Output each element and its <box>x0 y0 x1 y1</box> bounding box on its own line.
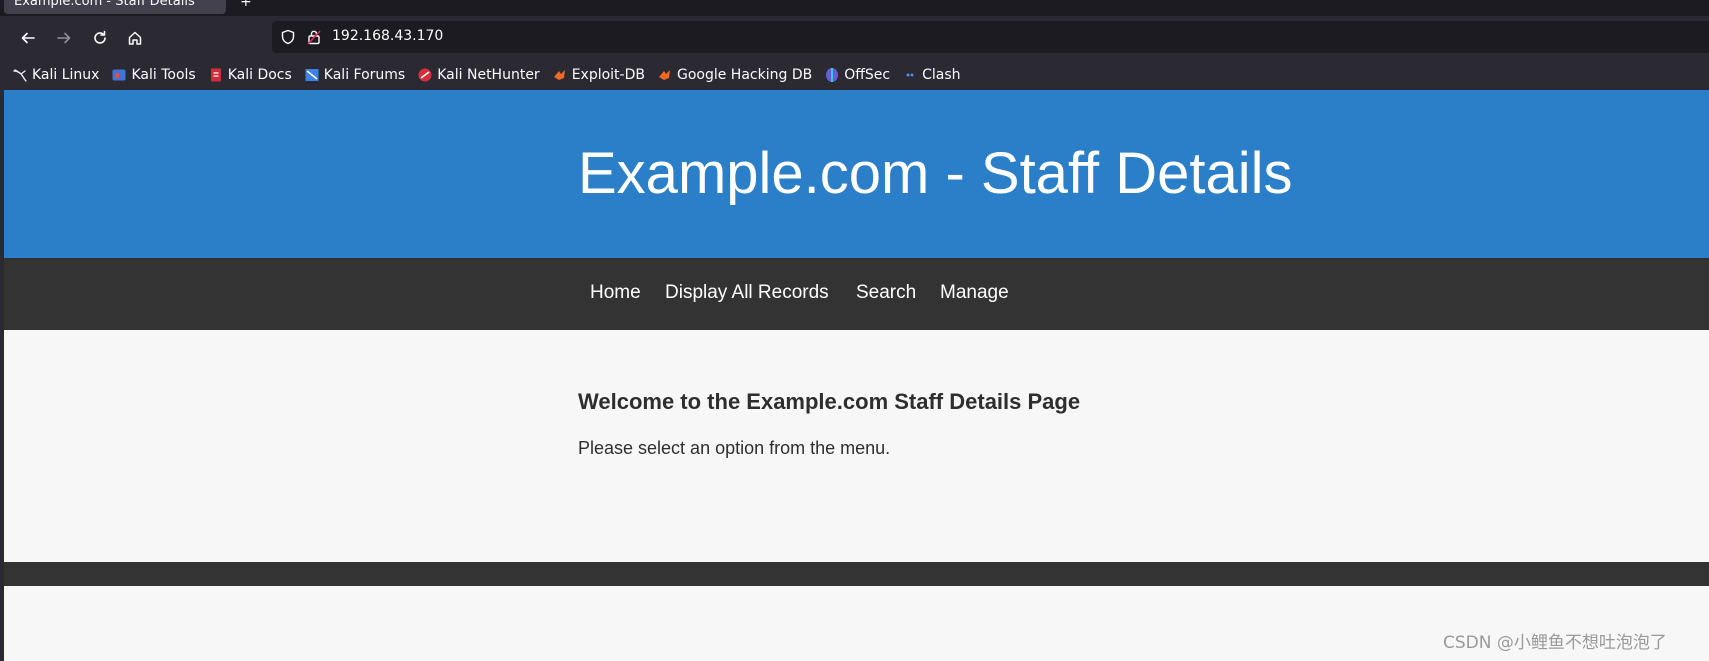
nav-link-search[interactable]: Search <box>856 282 916 304</box>
kali-nethunter-icon <box>417 67 433 83</box>
shield-icon[interactable] <box>280 29 296 45</box>
bookmark-label: Google Hacking DB <box>676 67 813 83</box>
bookmark-label: Kali Docs <box>227 67 292 83</box>
bookmark-label: Kali Tools <box>131 67 196 83</box>
new-tab-button[interactable]: + <box>240 0 252 10</box>
site-footer <box>4 562 1709 586</box>
site-header: Example.com - Staff Details <box>4 90 1709 258</box>
welcome-text: Please select an option from the menu. <box>578 438 891 458</box>
kali-dragon-icon <box>12 67 28 83</box>
bookmark-kali-nethunter[interactable]: Kali NetHunter <box>417 63 540 87</box>
nav-link-home[interactable]: Home <box>590 282 641 304</box>
insecure-lock-icon[interactable] <box>306 29 322 45</box>
offsec-icon <box>824 67 840 83</box>
reload-button[interactable] <box>86 24 114 52</box>
exploit-db-icon <box>552 67 568 83</box>
tab-title: Example.com - Staff Details <box>14 0 195 9</box>
kali-forums-icon <box>304 67 320 83</box>
bookmark-kali-tools[interactable]: Kali Tools <box>111 63 196 87</box>
bookmark-clash[interactable]: Clash <box>902 63 961 87</box>
arrow-right-icon <box>57 32 71 44</box>
back-button[interactable] <box>14 24 42 52</box>
tab-active[interactable]: Example.com - Staff Details <box>4 0 226 14</box>
navigation-toolbar: 192.168.43.170 <box>0 16 1709 60</box>
reload-icon <box>94 30 106 44</box>
bookmark-label: Clash <box>922 67 961 83</box>
welcome-heading: Welcome to the Example.com Staff Details… <box>578 389 1081 414</box>
bookmark-label: Exploit-DB <box>571 67 645 83</box>
google-hacking-db-icon <box>657 67 673 83</box>
url-text[interactable]: 192.168.43.170 <box>332 28 443 44</box>
site-nav: Home Display All Records Search Manage <box>4 258 1709 330</box>
forward-button[interactable] <box>50 24 78 52</box>
bookmark-label: Kali NetHunter <box>437 67 540 83</box>
bookmark-kali-linux[interactable]: Kali Linux <box>12 63 99 87</box>
clash-icon <box>902 67 918 83</box>
kali-tools-icon <box>111 67 127 83</box>
home-icon <box>128 31 142 45</box>
bookmark-label: OffSec <box>844 67 891 83</box>
url-bar[interactable]: 192.168.43.170 <box>272 21 1709 53</box>
nav-link-manage[interactable]: Manage <box>940 282 1009 304</box>
arrow-left-icon <box>21 32 35 44</box>
bookmarks-toolbar: Kali Linux Kali Tools Kali Docs Kali For… <box>0 60 1709 90</box>
tab-strip: Example.com - Staff Details + <box>0 0 1709 16</box>
bookmark-label: Kali Linux <box>32 67 100 83</box>
page-viewport: Example.com - Staff Details Home Display… <box>4 90 1709 661</box>
kali-docs-icon <box>208 67 224 83</box>
bookmark-kali-forums[interactable]: Kali Forums <box>304 63 405 87</box>
bookmark-exploit-db[interactable]: Exploit-DB <box>552 63 645 87</box>
watermark: CSDN @小鲤鱼不想吐泡泡了 <box>1443 633 1667 653</box>
bookmark-offsec[interactable]: OffSec <box>824 63 890 87</box>
bookmark-label: Kali Forums <box>323 67 406 83</box>
nav-link-display-all-records[interactable]: Display All Records <box>665 282 829 304</box>
bookmark-google-hacking-db[interactable]: Google Hacking DB <box>657 63 812 87</box>
site-title: Example.com - Staff Details <box>578 141 1293 206</box>
bookmark-kali-docs[interactable]: Kali Docs <box>208 63 292 87</box>
home-button[interactable] <box>121 24 149 52</box>
